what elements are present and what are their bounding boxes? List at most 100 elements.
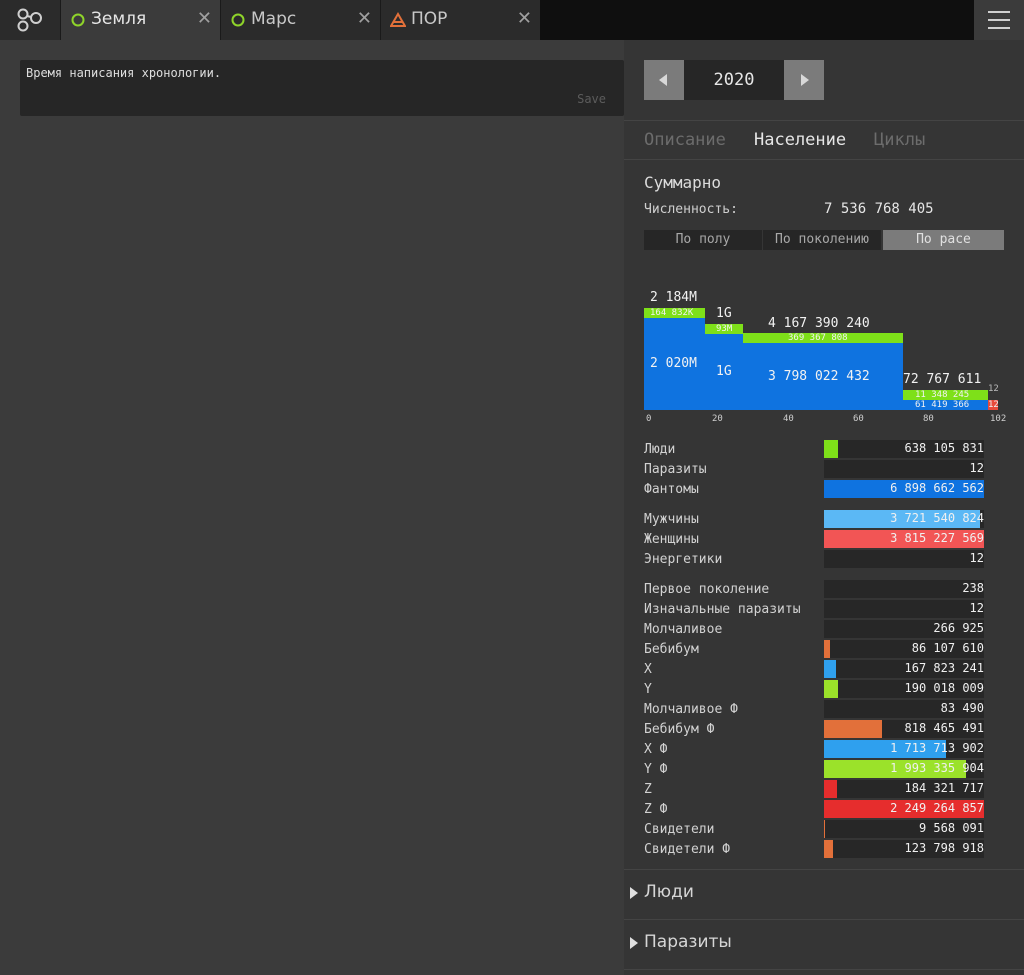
bar-blue-label: 61 419 366 bbox=[915, 400, 970, 410]
close-icon[interactable]: ✕ bbox=[517, 8, 532, 29]
tab-label: ПОР bbox=[411, 9, 448, 29]
bar-green-label: 11 348 245 bbox=[915, 390, 970, 400]
stat-bar: 12 bbox=[824, 460, 984, 478]
stat-value: 83 490 bbox=[940, 701, 984, 715]
stat-name: Свидетели Ф bbox=[644, 842, 731, 857]
save-button[interactable]: Save bbox=[577, 92, 606, 106]
x-tick-label: 20 bbox=[712, 414, 723, 424]
stat-name: Y Ф bbox=[644, 762, 668, 777]
bar-blue-label: 2 020M bbox=[650, 356, 697, 371]
stat-bar: 83 490 bbox=[824, 700, 984, 718]
stat-row: Молчаливое Ф 83 490 bbox=[644, 700, 984, 720]
stat-name: Свидетели bbox=[644, 822, 715, 837]
collapsible-people[interactable]: Люди bbox=[624, 869, 1024, 919]
stat-bar-fill bbox=[824, 680, 838, 698]
tab-cycles[interactable]: Циклы bbox=[874, 130, 925, 150]
nodes-logo-icon bbox=[17, 8, 42, 32]
triangle-right-icon bbox=[801, 74, 809, 86]
stat-value: 123 798 918 bbox=[904, 841, 984, 855]
stat-value: 266 925 bbox=[933, 621, 984, 635]
stat-name: Энергетики bbox=[644, 552, 723, 567]
stat-row: Z 184 321 717 bbox=[644, 780, 984, 800]
tab-por[interactable]: ПОР ✕ bbox=[380, 0, 540, 40]
stat-bar: 86 107 610 bbox=[824, 640, 984, 658]
population-chart: 2 184M 164 832K 2 020M 1G 93M 1G 4 167 3… bbox=[644, 280, 1007, 430]
bar-green-label: 93M bbox=[716, 324, 733, 334]
stat-name: Женщины bbox=[644, 532, 699, 547]
stat-row: Y Ф 1 993 335 904 bbox=[644, 760, 984, 780]
tab-population[interactable]: Население bbox=[754, 130, 846, 150]
triangle-left-icon bbox=[659, 74, 667, 86]
tab-description[interactable]: Описание bbox=[644, 130, 726, 150]
stat-value: 6 898 662 562 bbox=[890, 481, 984, 495]
bar-total-label: 72 767 611 bbox=[903, 372, 982, 387]
stat-row: Y 190 018 009 bbox=[644, 680, 984, 700]
tab-mars[interactable]: Марс ✕ bbox=[220, 0, 380, 40]
bar-blue-label: 12 bbox=[988, 400, 999, 410]
stat-bar-fill bbox=[824, 820, 825, 838]
segment-by-race[interactable]: По расе bbox=[883, 230, 1004, 250]
tab-bar: Земля ✕ Марс ✕ ПОР ✕ bbox=[0, 0, 1024, 40]
bar-total-label: 1G bbox=[716, 306, 732, 321]
stat-value: 12 bbox=[969, 551, 984, 565]
chronology-note-field[interactable]: Время написания хронологии. Save bbox=[20, 60, 624, 116]
stat-row: Люди 638 105 831 bbox=[644, 440, 984, 460]
stat-bar: 238 bbox=[824, 580, 984, 598]
stat-row: X Ф 1 713 713 902 bbox=[644, 740, 984, 760]
stat-bar-fill bbox=[824, 840, 833, 858]
section-title: Суммарно bbox=[644, 173, 722, 192]
triangle-right-icon bbox=[630, 937, 638, 949]
stat-value: 12 bbox=[969, 461, 984, 475]
close-icon[interactable]: ✕ bbox=[197, 8, 212, 29]
bar-blue-label: 3 798 022 432 bbox=[768, 369, 870, 384]
year-next-button[interactable] bbox=[784, 60, 824, 100]
bar-total-label: 4 167 390 240 bbox=[768, 316, 870, 331]
stat-value: 1 993 335 904 bbox=[890, 761, 984, 775]
stat-name: Фантомы bbox=[644, 482, 699, 497]
stat-row: Бебибум Ф 818 465 491 bbox=[644, 720, 984, 740]
triangle-right-icon bbox=[630, 887, 638, 899]
hamburger-menu-icon[interactable] bbox=[974, 0, 1024, 40]
bar-total-label: 2 184M bbox=[650, 290, 697, 305]
segment-by-generation[interactable]: По поколению bbox=[763, 230, 881, 250]
stat-value: 818 465 491 bbox=[904, 721, 984, 735]
note-placeholder: Время написания хронологии. bbox=[26, 66, 222, 80]
stat-row: Женщины 3 815 227 569 bbox=[644, 530, 984, 550]
collapsible-parasites[interactable]: Паразиты bbox=[624, 919, 1024, 969]
stat-row: Молчаливое 266 925 bbox=[644, 620, 984, 640]
stat-row: Энергетики 12 bbox=[644, 550, 984, 570]
bar-green-label: 369 367 808 bbox=[788, 333, 848, 343]
stat-name: Бебибум Ф bbox=[644, 722, 715, 737]
bar-green-label: 164 832K bbox=[650, 308, 694, 318]
stat-name: Z Ф bbox=[644, 802, 668, 817]
x-tick-label: 40 bbox=[783, 414, 794, 424]
population-label: Численность: bbox=[644, 202, 738, 217]
stat-value: 86 107 610 bbox=[911, 641, 984, 655]
stat-bar: 2 249 264 857 bbox=[824, 800, 984, 818]
x-tick-label: 102 bbox=[990, 414, 1007, 424]
stat-name: Паразиты bbox=[644, 462, 707, 477]
stat-bar: 1 993 335 904 bbox=[824, 760, 984, 778]
app-logo[interactable] bbox=[0, 0, 60, 40]
stat-value: 1 713 713 902 bbox=[890, 741, 984, 755]
stat-name: Первое поколение bbox=[644, 582, 770, 597]
stat-value: 3 721 540 824 bbox=[890, 511, 984, 525]
stat-bar: 184 321 717 bbox=[824, 780, 984, 798]
stat-value: 2 249 264 857 bbox=[890, 801, 984, 815]
stat-bar: 167 823 241 bbox=[824, 660, 984, 678]
segment-by-sex[interactable]: По полу bbox=[644, 230, 762, 250]
year-value: 2020 bbox=[684, 60, 784, 100]
stat-bar: 123 798 918 bbox=[824, 840, 984, 858]
stat-bar: 12 bbox=[824, 600, 984, 618]
stat-name: Бебибум bbox=[644, 642, 699, 657]
year-prev-button[interactable] bbox=[644, 60, 684, 100]
stat-row: Мужчины 3 721 540 824 bbox=[644, 510, 984, 530]
stat-bar: 1 713 713 902 bbox=[824, 740, 984, 758]
tab-earth[interactable]: Земля ✕ bbox=[60, 0, 220, 40]
stat-bar: 3 721 540 824 bbox=[824, 510, 984, 528]
stat-value: 9 568 091 bbox=[918, 821, 984, 835]
tab-label: Марс bbox=[251, 9, 297, 29]
stat-row: Изначальные паразиты 12 bbox=[644, 600, 984, 620]
close-icon[interactable]: ✕ bbox=[357, 8, 372, 29]
x-tick-label: 80 bbox=[923, 414, 934, 424]
